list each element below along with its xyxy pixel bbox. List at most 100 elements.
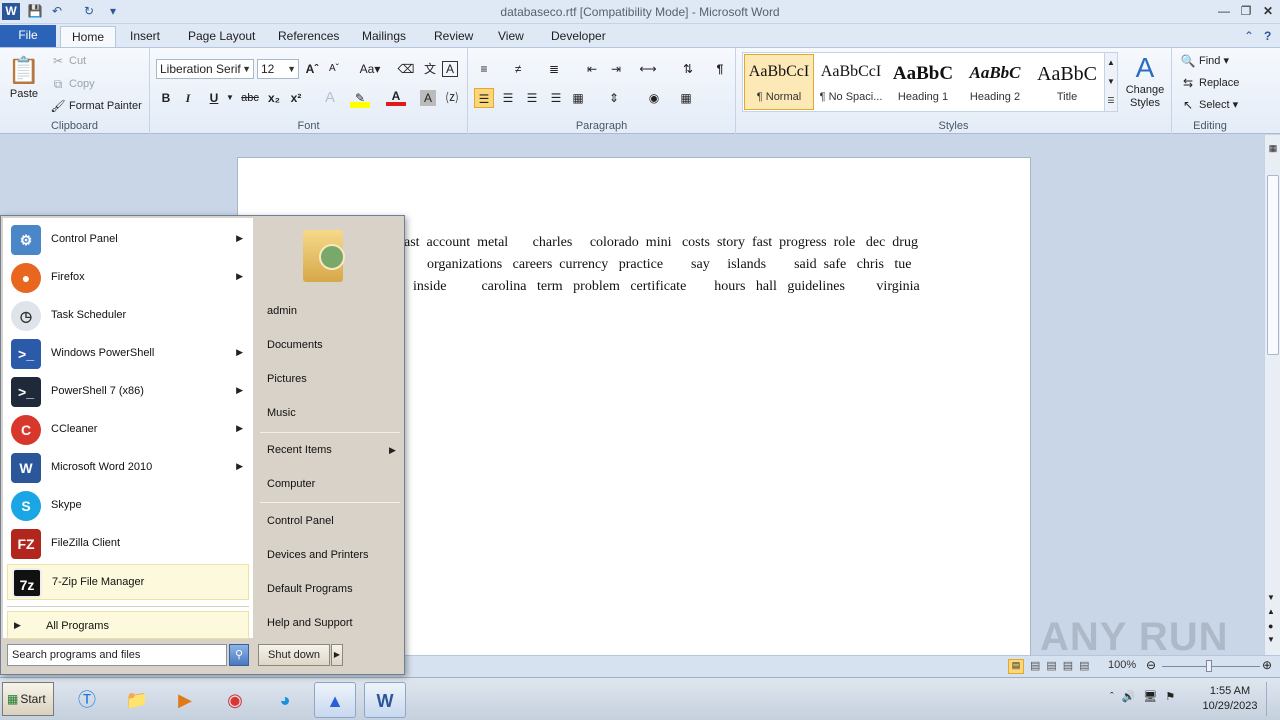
zoom-slider-thumb[interactable]	[1206, 660, 1212, 672]
program-item[interactable]: W Microsoft Word 2010 ▶	[7, 450, 249, 486]
multilevel-list-icon[interactable]: ≣	[544, 59, 564, 79]
format-painter-button[interactable]: 🖌 Format Painter	[50, 98, 141, 114]
increase-indent-icon[interactable]: ⇥	[606, 59, 626, 79]
font-family-combo[interactable]: Liberation Serif ▼	[156, 59, 254, 79]
style-normal[interactable]: AaBbCcI ¶ Normal	[744, 54, 814, 110]
ruler-toggle-icon[interactable]: ▦	[1267, 143, 1279, 157]
internet-explorer-icon[interactable]: Ⓣ	[66, 682, 108, 718]
bullets-icon[interactable]: ≡	[474, 59, 494, 79]
asian-layout-icon[interactable]: ⟷	[638, 59, 658, 79]
shrink-font-icon[interactable]: Aˇ	[324, 59, 344, 79]
select-button[interactable]: ↖ Select ▾	[1180, 97, 1238, 113]
tray-icons[interactable]: ˆ🔊🖥⚑	[1110, 690, 1183, 703]
change-styles-button[interactable]: A Change Styles	[1124, 52, 1166, 110]
all-programs-button[interactable]: ▶ All Programs	[7, 611, 249, 639]
shutdown-options-icon[interactable]: ▶	[331, 644, 343, 666]
search-input[interactable]: Search programs and files	[7, 644, 227, 666]
start-right-item-music[interactable]: Music	[267, 407, 296, 419]
start-right-item-recent-items[interactable]: Recent Items	[267, 444, 332, 456]
bold-icon[interactable]: B	[156, 88, 176, 108]
media-player-icon[interactable]: ▶	[164, 682, 206, 718]
cut-button[interactable]: ✂ Cut	[50, 53, 86, 69]
shading-icon[interactable]: ◉	[644, 88, 664, 108]
tab-insert[interactable]: Insert	[122, 26, 168, 47]
replace-button[interactable]: ⇆ Replace	[1180, 75, 1239, 91]
find-button[interactable]: 🔍 Find ▾	[1180, 53, 1229, 69]
italic-icon[interactable]: I	[178, 88, 198, 108]
tab-mailings[interactable]: Mailings	[354, 26, 414, 47]
scroll-down-icon[interactable]: ▼	[1267, 593, 1275, 602]
tab-home[interactable]: Home	[60, 26, 116, 47]
start-right-item-devices-printers[interactable]: Devices and Printers	[267, 549, 369, 561]
program-item[interactable]: ● Firefox ▶	[7, 260, 249, 296]
phonetic-guide-icon[interactable]: 文	[420, 59, 440, 79]
start-right-item-documents[interactable]: Documents	[267, 339, 323, 351]
show-desktop-button[interactable]	[1266, 682, 1278, 716]
tab-review[interactable]: Review	[426, 26, 481, 47]
paste-button[interactable]: 📋 Paste	[6, 52, 42, 110]
character-shading-icon[interactable]: A	[420, 90, 436, 106]
tab-developer[interactable]: Developer	[543, 26, 614, 47]
start-right-item-help-support[interactable]: Help and Support	[267, 617, 353, 629]
start-right-item-admin[interactable]: admin	[267, 305, 297, 317]
start-right-item-pictures[interactable]: Pictures	[267, 373, 307, 385]
text-effects-icon[interactable]: A	[320, 88, 340, 108]
start-button[interactable]: ▦ Start	[2, 682, 54, 716]
borders-icon[interactable]: ▦	[676, 88, 696, 108]
clock[interactable]: 1:55 AM 10/29/2023	[1198, 684, 1262, 714]
edge-icon[interactable]: ◕	[264, 682, 306, 718]
start-right-item-default-programs[interactable]: Default Programs	[267, 583, 353, 595]
zoom-level[interactable]: 100%	[1108, 659, 1136, 671]
tab-view[interactable]: View	[490, 26, 532, 47]
scroll-thumb[interactable]	[1267, 175, 1279, 355]
program-icon[interactable]: ▲	[314, 682, 356, 718]
help-icon[interactable]: ?	[1256, 26, 1279, 47]
start-right-item-computer[interactable]: Computer	[267, 478, 315, 490]
tab-references[interactable]: References	[270, 26, 347, 47]
sort-icon[interactable]: ⇅	[678, 59, 698, 79]
start-right-item-control-panel[interactable]: Control Panel	[267, 515, 334, 527]
style-heading-1[interactable]: AaBbC Heading 1	[888, 54, 958, 110]
subscript-icon[interactable]: x₂	[264, 88, 284, 108]
decrease-indent-icon[interactable]: ⇤	[582, 59, 602, 79]
program-item[interactable]: ◷ Task Scheduler	[7, 298, 249, 334]
show-marks-icon[interactable]: ¶	[710, 59, 730, 79]
program-item[interactable]: S Skype	[7, 488, 249, 524]
styles-scroll[interactable]: ▲ ▼ ☰	[1104, 52, 1118, 112]
program-item[interactable]: ⚙ Control Panel ▶	[7, 222, 249, 258]
explorer-icon[interactable]: 📁	[116, 682, 158, 718]
numbering-icon[interactable]: ≠	[508, 59, 528, 79]
next-page-icon[interactable]: ▼	[1267, 635, 1275, 644]
browse-object-icon[interactable]: ●	[1268, 621, 1273, 631]
program-item[interactable]: >_ PowerShell 7 (x86) ▶	[7, 374, 249, 410]
font-size-combo[interactable]: 12 ▼	[257, 59, 299, 79]
view-icons[interactable]: ▤▤▤▤	[1030, 659, 1096, 672]
program-item[interactable]: 7z 7-Zip File Manager	[7, 564, 249, 600]
shutdown-button[interactable]: Shut down	[258, 644, 330, 666]
minimize-button[interactable]: —	[1214, 2, 1234, 20]
vertical-scrollbar[interactable]: ▦ ▼ ▲ ● ▼	[1264, 135, 1280, 655]
highlight-icon[interactable]: ✎	[350, 88, 370, 108]
copy-button[interactable]: ⧉ Copy	[50, 76, 95, 92]
previous-page-icon[interactable]: ▲	[1267, 607, 1275, 616]
style-heading-2[interactable]: AaBbC Heading 2	[960, 54, 1030, 110]
print-layout-icon[interactable]: ▤	[1008, 659, 1024, 674]
line-spacing-icon[interactable]: ⇕	[604, 88, 624, 108]
style-no-spacing[interactable]: AaBbCcI ¶ No Spaci...	[816, 54, 886, 110]
restore-button[interactable]: ❐	[1236, 2, 1256, 20]
strikethrough-icon[interactable]: abc	[238, 88, 262, 108]
program-item[interactable]: C CCleaner ▶	[7, 412, 249, 448]
close-button[interactable]: ✕	[1258, 2, 1278, 20]
tab-page-layout[interactable]: Page Layout	[180, 26, 263, 47]
enclose-characters-icon[interactable]: ⒵	[442, 88, 462, 108]
tab-file[interactable]: File	[0, 25, 56, 47]
align-left-icon[interactable]: ☰	[474, 88, 494, 108]
program-item[interactable]: >_ Windows PowerShell ▶	[7, 336, 249, 372]
distributed-icon[interactable]: ▦	[568, 88, 588, 108]
superscript-icon[interactable]: x²	[286, 88, 306, 108]
underline-dropdown-icon[interactable]: ▼	[220, 88, 240, 108]
zoom-out-icon[interactable]: ⊖	[1146, 658, 1156, 672]
grow-font-icon[interactable]: Aˆ	[302, 59, 322, 79]
justify-icon[interactable]: ☰	[546, 88, 566, 108]
change-case-icon[interactable]: Aa▾	[356, 59, 384, 79]
